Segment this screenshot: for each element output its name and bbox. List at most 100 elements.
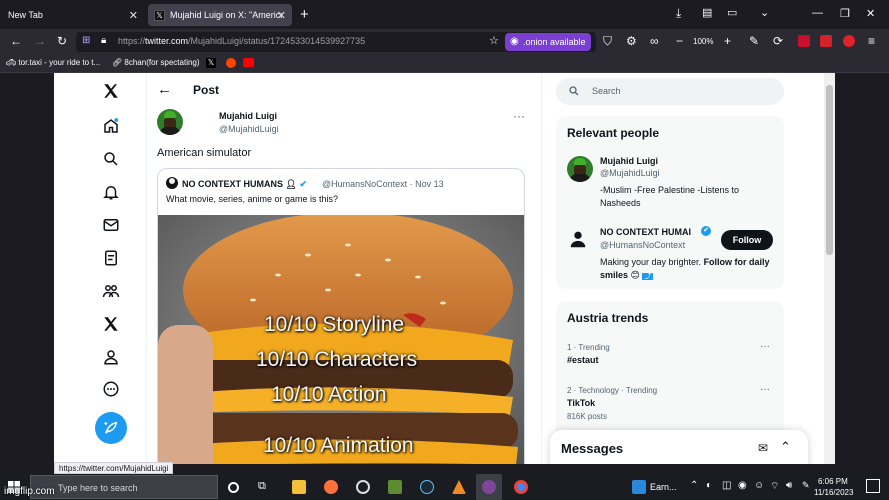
news-weather-icon[interactable] (632, 480, 646, 494)
taskbar-search-placeholder[interactable]: Type here to search (58, 483, 138, 493)
new-tab-plus-icon[interactable]: + (300, 6, 309, 23)
library-icon[interactable]: ▤ (702, 6, 712, 19)
new-message-icon[interactable]: ✉ (758, 441, 768, 455)
close-tab-icon[interactable]: ✕ (277, 9, 286, 22)
adblock-icon[interactable] (820, 35, 832, 47)
github-icon[interactable] (356, 480, 370, 494)
task-view-icon[interactable]: ⧉ (258, 480, 272, 494)
back-icon[interactable]: ← (10, 34, 22, 48)
firefox-icon[interactable] (324, 480, 338, 494)
trend-meta[interactable]: 2 · Technology · Trending (567, 386, 657, 395)
clock-date[interactable]: 11/16/2023 (814, 488, 853, 497)
quote-avatar[interactable] (166, 177, 178, 189)
person-name[interactable]: NO CONTEXT HUMAI (600, 227, 700, 237)
forward-icon[interactable]: → (34, 34, 46, 48)
url-text[interactable]: https://twitter.com/MujahidLuigi/status/… (118, 36, 365, 46)
vlc-icon[interactable] (452, 480, 466, 494)
taskbar-search[interactable]: Type here to search (30, 475, 218, 499)
quote-handle-date[interactable]: @HumansNoContext · Nov 13 (322, 179, 444, 189)
trend-more-icon[interactable]: ··· (760, 384, 770, 395)
close-tab-icon[interactable]: ✕ (129, 9, 138, 22)
trend-more-icon[interactable]: ··· (760, 341, 770, 352)
back-arrow-icon[interactable]: ← (157, 81, 172, 98)
page-scrollbar[interactable] (824, 73, 835, 464)
post-more-options-icon[interactable]: ··· (513, 109, 525, 123)
home-icon[interactable] (98, 117, 124, 135)
settings-gear-icon[interactable]: ⚙ (626, 34, 637, 48)
follow-button[interactable]: Follow (721, 230, 773, 250)
tray-app-icon[interactable]: ◐ (706, 480, 712, 491)
quote-author-name[interactable]: NO CONTEXT HUMANS 👤︎ ✔ (182, 179, 307, 190)
lists-icon[interactable] (98, 249, 124, 267)
person-avatar-nocontext[interactable] (567, 228, 589, 250)
folder-icon[interactable]: ▭ (727, 6, 737, 19)
trend-name[interactable]: TikTok (567, 398, 595, 408)
bookmark-star-icon[interactable]: ☆ (489, 34, 499, 47)
zoom-in-icon[interactable]: + (724, 34, 731, 48)
sync-icon[interactable]: ⟳ (773, 34, 783, 48)
notifications-bell-icon[interactable] (98, 183, 124, 201)
scrollbar-thumb[interactable] (826, 85, 833, 255)
clock-time[interactable]: 6:06 PM (818, 477, 848, 486)
person-name[interactable]: Mujahid Luigi (600, 156, 658, 166)
author-name[interactable]: Mujahid Luigi (219, 111, 277, 121)
list-all-tabs-icon[interactable]: ⌄ (760, 6, 769, 19)
author-avatar[interactable] (157, 109, 183, 135)
notifications-center-icon[interactable] (866, 479, 880, 493)
menu-icon[interactable]: ≡ (868, 34, 875, 48)
person-handle[interactable]: @HumansNoContext (600, 240, 685, 250)
shield-icon[interactable]: ⛉ (603, 34, 612, 49)
bookmark-tortaxi[interactable]: 🚕︎ tor.taxi - your ride to t... (6, 58, 100, 67)
trend-meta[interactable]: 1 · Trending (567, 343, 610, 352)
minimize-icon[interactable]: — (812, 7, 823, 19)
zoom-out-icon[interactable]: − (676, 34, 683, 48)
messages-drawer[interactable]: Messages ✉ ⌃ (550, 430, 808, 464)
tray-wifi-icon[interactable]: ⌔ (770, 480, 779, 493)
bookmark-8chan[interactable]: 🔗︎ 8chan(for spectating) (112, 58, 200, 67)
trend-name[interactable]: #estaut (567, 355, 599, 365)
chrome-icon[interactable] (514, 480, 528, 494)
steam-icon[interactable] (420, 480, 434, 494)
minecraft-icon[interactable] (388, 480, 402, 494)
bookmark-x-icon[interactable]: 𝕏 (206, 58, 216, 68)
close-window-icon[interactable]: ✕ (866, 7, 875, 20)
explore-search-icon[interactable] (98, 150, 124, 168)
bookmark-reddit-icon[interactable] (226, 58, 236, 68)
news-widget-label[interactable]: Earn... (650, 482, 677, 492)
restore-icon[interactable]: ❐ (840, 7, 850, 20)
x-logo-icon[interactable] (98, 82, 124, 100)
private-mask-icon[interactable]: ∞ (650, 34, 659, 48)
communities-icon[interactable] (98, 282, 124, 300)
tracking-protection-icon[interactable]: ⊞ (82, 35, 90, 46)
more-circle-icon[interactable] (98, 380, 124, 398)
messages-envelope-icon[interactable] (98, 216, 124, 234)
onion-available-button[interactable]: ◉ .onion available (505, 33, 591, 51)
tab-active-post[interactable]: 𝕏 Mujahid Luigi on X: "American ✕ (148, 4, 292, 26)
expand-chevron-icon[interactable]: ⌃ (780, 439, 791, 455)
search-box[interactable]: Search (556, 78, 784, 105)
tray-chevron-icon[interactable]: ⌃ (690, 480, 698, 491)
tor-browser-icon[interactable] (482, 480, 496, 494)
tray-language-icon[interactable]: ✎ (802, 480, 810, 491)
quoted-post[interactable]: NO CONTEXT HUMANS 👤︎ ✔ @HumansNoContext … (157, 168, 525, 464)
cortana-icon[interactable] (228, 482, 239, 493)
tab-new-tab[interactable]: New Tab ✕ (2, 4, 144, 26)
reload-icon[interactable]: ↻ (57, 34, 67, 48)
shield-extension-icon[interactable] (843, 35, 855, 47)
compose-post-button[interactable] (95, 412, 127, 444)
download-icon[interactable]: ⤓ (676, 6, 681, 21)
search-placeholder[interactable]: Search (592, 86, 621, 96)
extension-red-icon[interactable] (798, 35, 810, 47)
person-handle[interactable]: @MujahidLuigi (600, 168, 660, 178)
person-avatar-luigi[interactable] (567, 156, 593, 182)
profile-icon[interactable] (98, 348, 124, 366)
tray-discord-icon[interactable]: ☺ (754, 480, 764, 491)
premium-x-icon[interactable] (98, 315, 124, 333)
lock-icon[interactable]: 🔒︎ (101, 35, 106, 46)
extension-icon[interactable]: ✎ (749, 34, 759, 48)
zoom-level[interactable]: 100% (693, 37, 713, 46)
file-explorer-icon[interactable] (292, 480, 306, 494)
quote-burger-image[interactable]: 10/10 Storyline 10/10 Characters 10/10 A… (158, 215, 524, 464)
bookmark-youtube-icon[interactable] (243, 58, 254, 67)
tray-network-icon[interactable]: ◫ (722, 480, 731, 491)
